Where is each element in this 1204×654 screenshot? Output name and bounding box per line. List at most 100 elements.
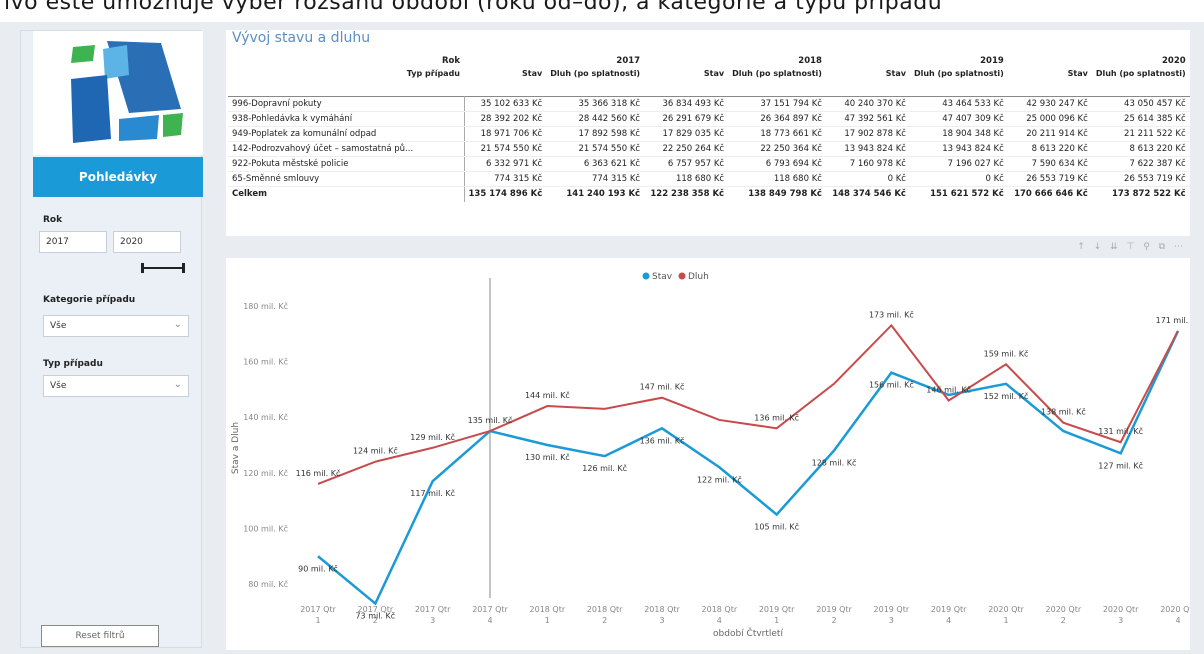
row-header-type: Typ případu xyxy=(406,69,460,78)
col-dluh: Dluh (po splatnosti) xyxy=(913,69,1004,78)
total-row[interactable]: Celkem 135 174 896 Kč 141 240 193 Kč 122 23… xyxy=(228,185,1190,202)
table-cell: 21 211 522 Kč xyxy=(1091,126,1190,142)
table-cell: 21 574 550 Kč xyxy=(546,141,645,157)
data-label: 116 mil. Kč xyxy=(296,468,341,478)
year-to-input[interactable]: 2020 xyxy=(113,231,181,253)
col-dluh: Dluh (po splatnosti) xyxy=(732,69,822,78)
x-tick-label: 2020 Qtr xyxy=(1160,605,1190,614)
table-row[interactable]: 142-Podrozvahový účet – samostatná pů...… xyxy=(228,141,1190,157)
category-label: Kategorie případu xyxy=(43,295,136,305)
table-cell: 148 374 546 Kč xyxy=(825,185,910,202)
row-label: Celkem xyxy=(228,185,464,202)
data-label: 126 mil. Kč xyxy=(582,463,627,473)
x-tick-label: 2018 Qtr xyxy=(587,605,623,614)
x-tick-label-sub: 1 xyxy=(315,616,320,625)
x-tick-label-sub: 2 xyxy=(1061,616,1066,625)
x-tick-label-sub: 1 xyxy=(1003,616,1008,625)
x-tick-label: 2017 Qtr xyxy=(300,605,336,614)
table-cell: 21 574 550 Kč xyxy=(463,141,547,157)
chart-panel: Stav Dluh 80 mil. Kč 100 mil. Kč 120 mil. Kč… xyxy=(226,258,1190,650)
x-tick-label: 2018 Qtr xyxy=(644,605,680,614)
year-from-input[interactable]: 2017 xyxy=(39,231,107,253)
table-cell: 6 332 971 Kč xyxy=(463,156,547,172)
data-label: 156 mil. Kč xyxy=(869,380,914,390)
table-cell: 13 943 824 Kč xyxy=(825,141,910,157)
table-cell: 122 238 358 Kč xyxy=(644,185,729,202)
table-row[interactable]: 938-Pohledávka k vymáhání 28 392 202 Kč 28… xyxy=(228,111,1190,127)
brand-button[interactable]: Pohledávky xyxy=(33,157,203,197)
table-row[interactable]: 65-Směnné smlouvy 774 315 Kč 774 315 Kč 118… xyxy=(228,171,1190,187)
table-cell: 138 849 798 Kč xyxy=(728,185,826,202)
table-cell: 7 622 387 Kč xyxy=(1091,156,1190,172)
legend-marker xyxy=(642,272,650,280)
x-tick-label: 2018 Qtr xyxy=(530,605,566,614)
x-tick-label: 2017 Qtr xyxy=(415,605,451,614)
slider-handle-end[interactable] xyxy=(182,263,185,273)
reset-filters-button[interactable]: Reset filtrů xyxy=(41,625,159,647)
table-cell: 774 315 Kč xyxy=(463,171,547,187)
data-label: 147 mil. Kč xyxy=(640,382,685,392)
table-cell: 7 160 978 Kč xyxy=(825,156,910,172)
table-cell: 13 943 824 Kč xyxy=(909,141,1008,157)
table-cell: 17 892 598 Kč xyxy=(546,126,645,142)
year-header: 2020 xyxy=(1162,56,1186,66)
x-tick-label-sub: 3 xyxy=(889,616,894,625)
x-tick-label: 2019 Qtr xyxy=(759,605,795,614)
table-cell: 43 050 457 Kč xyxy=(1091,96,1190,112)
data-label: 171 mil. Kč xyxy=(1156,315,1190,325)
table-cell: 7 196 027 Kč xyxy=(909,156,1008,172)
table-cell: 18 773 661 Kč xyxy=(728,126,826,142)
table-cell: 118 680 Kč xyxy=(728,171,826,187)
y-tick-label: 180 mil. Kč xyxy=(243,301,288,311)
legend-label: Stav xyxy=(652,272,673,282)
slider-handle-start[interactable] xyxy=(141,263,144,273)
y-tick-label: 120 mil. Kč xyxy=(243,468,288,478)
table-cell: 47 407 309 Kč xyxy=(909,111,1008,127)
table-cell: 22 250 264 Kč xyxy=(644,141,729,157)
year-header: 2018 xyxy=(798,56,822,66)
type-dropdown[interactable]: Vše ⌄ xyxy=(43,375,189,397)
data-label: 122 mil. Kč xyxy=(697,474,742,484)
year-range-slider[interactable] xyxy=(141,263,185,273)
legend-marker xyxy=(678,272,686,280)
table-cell: 6 793 694 Kč xyxy=(728,156,826,172)
col-stav: Stav xyxy=(703,69,725,78)
table-row[interactable]: 922-Pokuta městské policie 6 332 971 Kč 6 … xyxy=(228,156,1190,172)
table-cell: 37 151 794 Kč xyxy=(728,96,826,112)
table-cell: 170 666 646 Kč xyxy=(1007,185,1092,202)
table-cell: 17 902 878 Kč xyxy=(825,126,910,142)
x-tick-label: 2020 Qtr xyxy=(1046,605,1082,614)
x-tick-label-sub: 4 xyxy=(487,616,492,625)
x-tick-label: 2019 Qtr xyxy=(931,605,967,614)
x-tick-label: 2017 Qtr xyxy=(472,605,508,614)
table-row[interactable]: 949-Poplatek za komunální odpad 18 971 70… xyxy=(228,126,1190,142)
type-label: Typ případu xyxy=(43,359,103,369)
table-cell: 7 590 634 Kč xyxy=(1007,156,1092,172)
table-row[interactable]: 996-Dopravní pokuty 35 102 633 Kč 35 366 3… xyxy=(228,96,1190,112)
category-dropdown[interactable]: Vše ⌄ xyxy=(43,315,189,337)
table-cell: 141 240 193 Kč xyxy=(546,185,645,202)
data-label: 105 mil. Kč xyxy=(754,522,799,532)
data-label: 131 mil. Kč xyxy=(1098,426,1143,436)
x-tick-label-sub: 4 xyxy=(946,616,951,625)
visual-toolbar[interactable]: ↑ ↓ ⇊ ⊤ ⚲ ⧉ ⋯ xyxy=(1077,242,1186,252)
data-label: 146 mil. Kč xyxy=(926,384,971,394)
x-tick-label-sub: 2 xyxy=(602,616,607,625)
table-cell: 42 930 247 Kč xyxy=(1007,96,1092,112)
data-label: 73 mil. Kč xyxy=(355,611,395,621)
x-tick-label-sub: 3 xyxy=(659,616,664,625)
table-cell: 18 971 706 Kč xyxy=(463,126,547,142)
data-label: 159 mil. Kč xyxy=(984,348,1029,358)
table-cell: 26 291 679 Kč xyxy=(644,111,729,127)
chevron-down-icon: ⌄ xyxy=(173,379,182,390)
data-label: 117 mil. Kč xyxy=(410,488,455,498)
matrix-table: Rok 2017 2018 2019 2020 Typ případu Stav… xyxy=(228,54,1190,202)
x-tick-label-sub: 1 xyxy=(545,616,550,625)
row-label: 142-Podrozvahový účet – samostatná pů... xyxy=(228,141,464,157)
logo-icon xyxy=(71,41,183,143)
x-tick-label-sub: 3 xyxy=(430,616,435,625)
year-label: Rok xyxy=(43,215,63,225)
col-dluh: Dluh (po splatnosti) xyxy=(550,69,641,78)
table-cell: 26 364 897 Kč xyxy=(728,111,826,127)
table-cell: 36 834 493 Kč xyxy=(644,96,729,112)
